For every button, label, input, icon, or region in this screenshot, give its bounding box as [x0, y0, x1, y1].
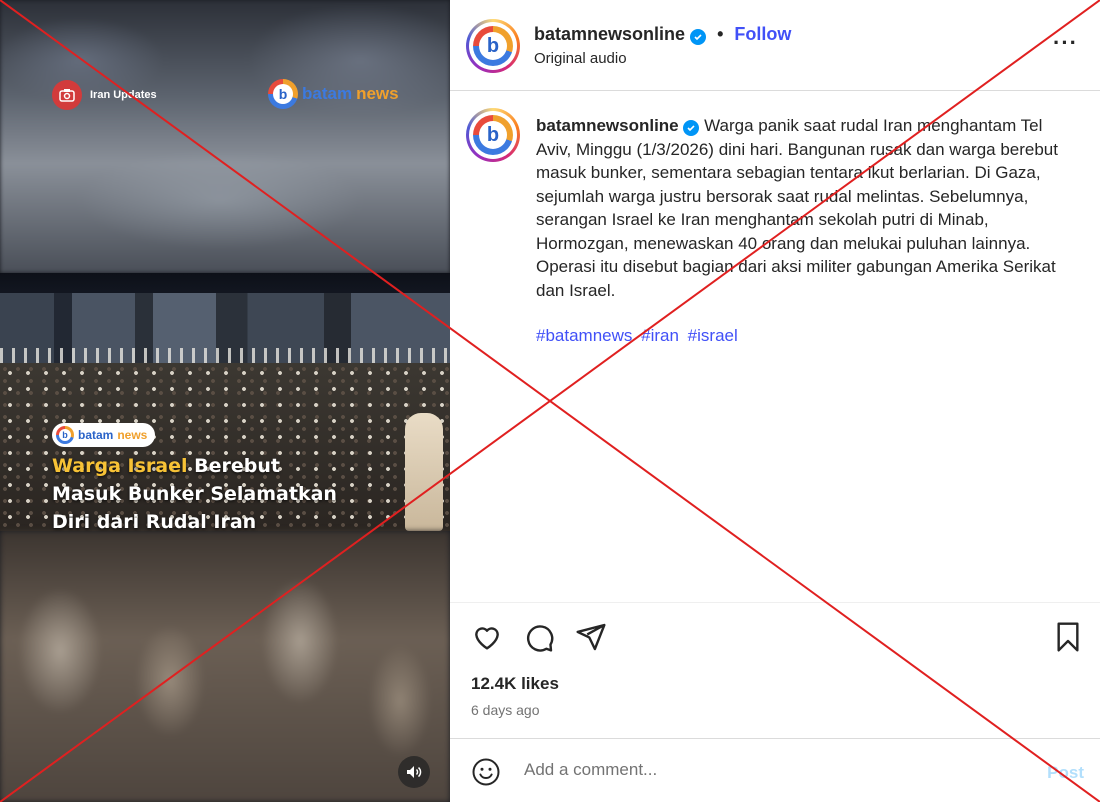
- verified-badge-icon: [690, 29, 707, 45]
- post-caption: batamnewsonline Warga panik saat rudal I…: [536, 114, 1066, 302]
- post-header: b batamnewsonline • Follow Original audi…: [450, 0, 1100, 91]
- send-icon: [576, 623, 606, 651]
- speaker-icon: [407, 766, 422, 778]
- caption-avatar[interactable]: b: [466, 108, 520, 162]
- hashtag-link[interactable]: #iran: [641, 326, 679, 345]
- separator-dot: •: [717, 24, 724, 44]
- action-bar: [450, 602, 1100, 739]
- smiley-icon: [472, 758, 500, 786]
- video-headline: Warga Israel Berebut Masuk Bunker Selama…: [52, 452, 372, 536]
- post-details-pane: b batamnewsonline • Follow Original audi…: [450, 0, 1100, 802]
- post-comment-button[interactable]: Post: [1047, 763, 1084, 783]
- likes-count[interactable]: 12.4K likes: [471, 674, 559, 694]
- more-options-icon[interactable]: ···: [1053, 30, 1078, 56]
- share-button[interactable]: [575, 621, 607, 658]
- post-video[interactable]: Iran Updates b batam news b batam news War…: [0, 0, 450, 802]
- like-button[interactable]: [471, 621, 503, 658]
- video-frame-top: [0, 0, 450, 273]
- iran-updates-label: Iran Updates: [90, 89, 157, 101]
- bookmark-icon: [1057, 622, 1079, 652]
- headline-part: Diri dari Rudal Iran: [52, 511, 257, 533]
- verified-badge-icon: [683, 120, 700, 136]
- post-timestamp[interactable]: 6 days ago: [471, 702, 540, 718]
- person-figure: [405, 413, 443, 531]
- headline-part: Berebut: [187, 455, 280, 477]
- batamnews-logo-icon: b: [268, 79, 298, 109]
- emoji-button[interactable]: [471, 757, 501, 792]
- camera-icon: [52, 80, 82, 110]
- mute-toggle-button[interactable]: [398, 756, 430, 788]
- comment-input[interactable]: [522, 759, 1026, 781]
- avatar[interactable]: b: [466, 19, 520, 73]
- caption-username-link[interactable]: batamnewsonline: [536, 116, 679, 135]
- hashtag-link[interactable]: #batamnews: [536, 326, 632, 345]
- comment-bar: Post: [450, 738, 1100, 803]
- caption-text: Warga panik saat rudal Iran menghantam T…: [536, 116, 1058, 300]
- follow-button[interactable]: Follow: [734, 24, 791, 44]
- batamnews-watermark: b batam news: [268, 79, 399, 109]
- headline-part: Masuk Bunker Selamatkan: [52, 483, 337, 505]
- comment-button[interactable]: [523, 621, 555, 658]
- comment-icon: [526, 625, 554, 652]
- batamnews-pill: b batam news: [52, 423, 156, 447]
- save-button[interactable]: [1054, 621, 1082, 658]
- batamnews-logo-icon: b: [473, 26, 513, 66]
- batamnews-logo-icon: b: [473, 115, 513, 155]
- headline-highlight: Warga Israel: [52, 455, 188, 477]
- original-audio-link[interactable]: Original audio: [534, 50, 627, 67]
- username-link[interactable]: batamnewsonline: [534, 24, 685, 44]
- header-username-row: batamnewsonline • Follow: [534, 24, 791, 45]
- batamnews-logo-icon: b: [56, 426, 74, 444]
- iran-updates-badge: Iran Updates: [52, 80, 157, 110]
- heart-icon: [475, 627, 499, 650]
- hashtag-link[interactable]: #israel: [688, 326, 738, 345]
- hashtags: #batamnews #iran #israel: [536, 326, 742, 346]
- video-frame-bottom: [0, 531, 450, 802]
